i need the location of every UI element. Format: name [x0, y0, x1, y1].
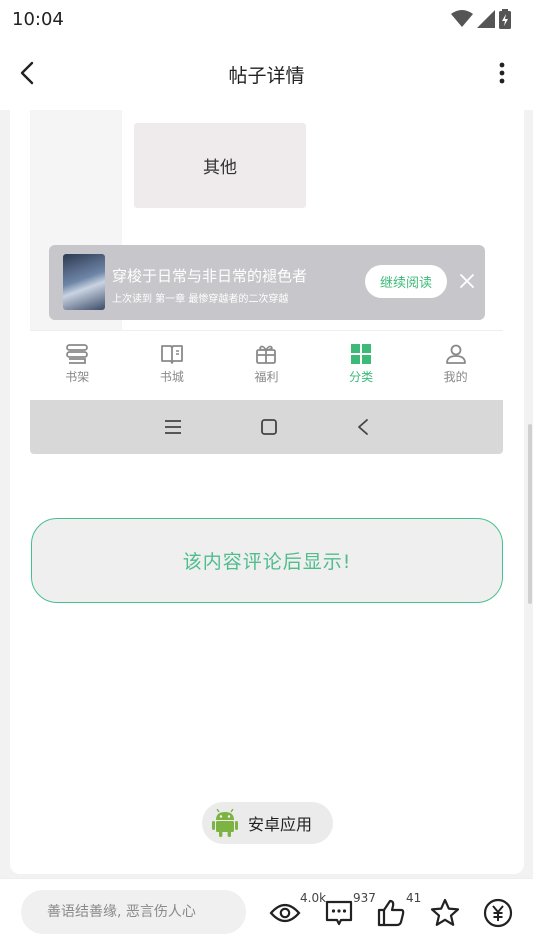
- star-icon: [430, 898, 460, 926]
- nav-item-category: 分类: [314, 331, 409, 400]
- status-bar: 10:04: [0, 0, 533, 38]
- menu-icon: [164, 420, 181, 434]
- comment-to-reveal-notice[interactable]: 该内容评论后显示!: [31, 518, 503, 603]
- bottom-action-bar: 4.0k 937 41: [0, 878, 533, 948]
- system-nav-bar: [30, 400, 503, 454]
- bookshelf-icon: [66, 344, 89, 364]
- status-time: 10:04: [12, 8, 64, 30]
- banner-close: [457, 271, 477, 291]
- nav-label: 书城: [159, 370, 184, 384]
- scrollbar[interactable]: [528, 424, 532, 604]
- nav-item-welfare: 福利: [219, 331, 314, 400]
- back-button[interactable]: [14, 60, 40, 86]
- continue-reading-button: 继续阅读: [365, 265, 447, 298]
- category-tile: 其他: [134, 123, 306, 208]
- comments-button[interactable]: [323, 897, 355, 929]
- post-card: 其他 穿梭于日常与非日常的褪色者 上次读到 第一章 最惨穿越者的二次穿越 继续阅…: [10, 110, 524, 874]
- embedded-screenshot[interactable]: 其他 穿梭于日常与非日常的褪色者 上次读到 第一章 最惨穿越者的二次穿越 继续阅…: [30, 110, 503, 454]
- like-button[interactable]: [375, 897, 407, 929]
- reading-progress: 上次读到 第一章 最惨穿越者的二次穿越: [112, 294, 289, 305]
- back-arrow-icon: [357, 419, 368, 435]
- nav-label: 福利: [254, 370, 279, 384]
- person-icon: [445, 344, 466, 364]
- comments-count: 937: [353, 891, 376, 905]
- status-icons: [451, 9, 511, 29]
- page-title: 帖子详情: [228, 64, 305, 87]
- nav-item-mine: 我的: [408, 331, 503, 400]
- app-header: 帖子详情: [0, 38, 533, 110]
- likes-count: 41: [406, 891, 422, 905]
- chevron-left-icon: [20, 61, 34, 85]
- nav-label: 分类: [349, 370, 374, 384]
- thumbs-up-icon: [377, 899, 405, 927]
- nav-item-bookshelf: 书架: [30, 331, 125, 400]
- gift-icon: [256, 345, 277, 364]
- nav-label: 我的: [443, 370, 468, 384]
- grid-icon: [351, 344, 372, 364]
- app-tag[interactable]: 安卓应用: [202, 802, 333, 844]
- home-square-icon: [260, 419, 277, 435]
- android-icon: [212, 809, 238, 837]
- more-options-button[interactable]: [489, 60, 515, 86]
- screenshot-bottom-nav: 书架 书城 福利 分类 我的: [30, 330, 503, 400]
- more-vertical-icon: [499, 62, 505, 84]
- favorite-button[interactable]: [429, 897, 461, 929]
- app-tag-label: 安卓应用: [248, 815, 313, 834]
- comment-input[interactable]: [21, 890, 246, 934]
- close-icon: [460, 274, 474, 288]
- yuan-coin-icon: [483, 898, 513, 928]
- book-cover-image: [63, 254, 105, 310]
- nav-label: 书架: [65, 370, 90, 384]
- comment-icon: [325, 900, 353, 926]
- signal-icon: [477, 10, 495, 28]
- wifi-icon: [451, 10, 473, 27]
- battery-icon: [499, 9, 511, 29]
- views-button[interactable]: [269, 897, 301, 929]
- open-book-icon: [160, 345, 183, 364]
- tip-button[interactable]: [482, 897, 514, 929]
- nav-item-bookstore: 书城: [125, 331, 220, 400]
- eye-icon: [269, 903, 301, 923]
- content-area: 其他 穿梭于日常与非日常的褪色者 上次读到 第一章 最惨穿越者的二次穿越 继续阅…: [0, 110, 533, 878]
- book-title: 穿梭于日常与非日常的褪色者: [112, 267, 308, 285]
- continue-reading-banner: 穿梭于日常与非日常的褪色者 上次读到 第一章 最惨穿越者的二次穿越 继续阅读: [49, 245, 485, 320]
